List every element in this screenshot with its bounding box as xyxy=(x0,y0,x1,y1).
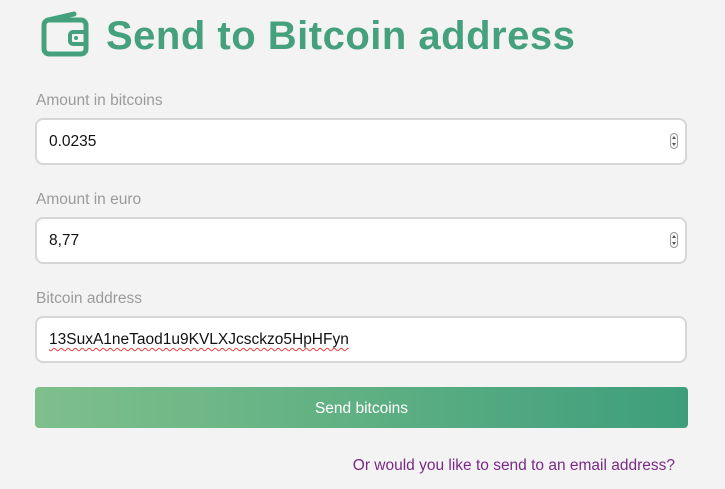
stepper-up-icon[interactable] xyxy=(672,235,676,238)
stepper-down-icon[interactable] xyxy=(672,143,676,146)
wallet-icon xyxy=(40,10,92,62)
header: Send to Bitcoin address xyxy=(40,8,575,64)
amount-eur-label: Amount in euro xyxy=(36,191,142,208)
amount-eur-stepper[interactable] xyxy=(670,232,678,248)
amount-btc-label: Amount in bitcoins xyxy=(36,92,163,109)
send-to-email-link[interactable]: Or would you like to send to an email ad… xyxy=(353,457,675,475)
stepper-up-icon[interactable] xyxy=(672,136,676,139)
address-field[interactable]: 13SuxA1neTaod1u9KVLXJcsckzo5HpHFyn xyxy=(35,316,687,363)
page-title: Send to Bitcoin address xyxy=(106,14,576,58)
address-label: Bitcoin address xyxy=(36,290,142,307)
address-input[interactable]: 13SuxA1neTaod1u9KVLXJcsckzo5HpHFyn xyxy=(49,318,349,361)
amount-btc-input[interactable] xyxy=(49,120,649,163)
amount-eur-field[interactable] xyxy=(35,217,687,264)
stepper-down-icon[interactable] xyxy=(672,242,676,245)
amount-btc-stepper[interactable] xyxy=(670,133,678,149)
amount-eur-input[interactable] xyxy=(49,219,649,262)
amount-btc-field[interactable] xyxy=(35,118,687,165)
address-value[interactable]: 13SuxA1neTaod1u9KVLXJcsckzo5HpHFyn xyxy=(49,331,349,348)
send-bitcoins-button[interactable]: Send bitcoins xyxy=(35,387,688,428)
